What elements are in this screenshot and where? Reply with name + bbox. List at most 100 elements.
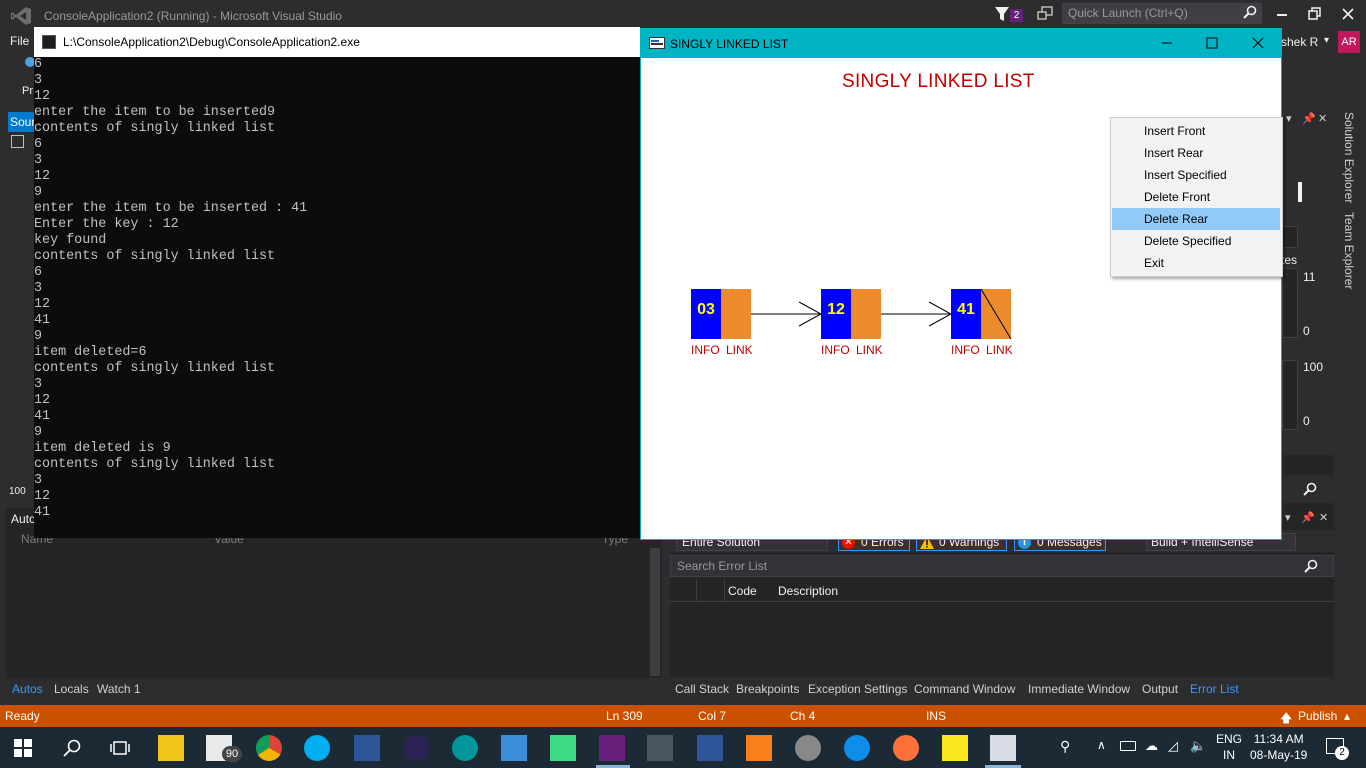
- sticky-notes-icon[interactable]: [942, 735, 968, 761]
- skype-icon[interactable]: [304, 735, 330, 761]
- menu-item-exit[interactable]: Exit: [1112, 252, 1280, 274]
- menu-item-delete-specified[interactable]: Delete Specified: [1112, 230, 1280, 252]
- cloud-icon[interactable]: ☁: [1145, 738, 1158, 754]
- tab-team-explorer[interactable]: Team Explorer: [1342, 212, 1356, 289]
- node-link-label: LINK: [856, 343, 883, 357]
- eclipse-icon[interactable]: [403, 735, 429, 761]
- panel-pin-close[interactable]: ▾ 📌 ✕: [1285, 511, 1335, 527]
- menu-item-delete-front[interactable]: Delete Front: [1112, 186, 1280, 208]
- sublime-text-icon[interactable]: [746, 735, 772, 761]
- chevron-up-icon[interactable]: ∧: [1097, 738, 1106, 752]
- column-divider: [696, 580, 697, 602]
- left-label-pr: Pr: [22, 85, 33, 97]
- notification-count-badge[interactable]: 2: [1010, 9, 1023, 22]
- task-view-icon[interactable]: [110, 739, 130, 757]
- tab-locals[interactable]: Locals: [54, 682, 89, 696]
- visual-studio-code-icon[interactable]: [354, 735, 380, 761]
- menu-item-insert-specified[interactable]: Insert Specified: [1112, 164, 1280, 186]
- console-app-icon: [42, 35, 56, 49]
- vertical-scrollbar[interactable]: [650, 548, 660, 676]
- tab-breakpoints[interactable]: Breakpoints: [736, 682, 799, 696]
- node-info-label: INFO: [951, 343, 980, 357]
- search-icon[interactable]: [63, 739, 81, 757]
- windows-start-icon[interactable]: [14, 739, 32, 757]
- column-divider: [724, 580, 725, 602]
- search-icon[interactable]: [1304, 559, 1318, 573]
- tab-autos[interactable]: Autos: [12, 682, 43, 696]
- chrome-icon[interactable]: [256, 735, 282, 761]
- tab-solution-explorer[interactable]: Solution Explorer: [1342, 112, 1356, 203]
- language-code: ENG: [1216, 732, 1243, 746]
- app-icon[interactable]: [795, 735, 821, 761]
- splitter[interactable]: [1298, 182, 1302, 202]
- menu-item-insert-front[interactable]: Insert Front: [1112, 120, 1280, 142]
- clock-date: 08-May-19: [1250, 748, 1308, 762]
- close-icon[interactable]: [1250, 35, 1266, 51]
- console-title: L:\ConsoleApplication2\Debug\ConsoleAppl…: [63, 35, 360, 49]
- quick-launch-input[interactable]: Quick Launch (Ctrl+Q): [1062, 3, 1262, 24]
- search-icon[interactable]: [1243, 5, 1257, 19]
- avatar[interactable]: AR: [1338, 31, 1360, 53]
- arduino-icon[interactable]: [452, 735, 478, 761]
- status-bar: [0, 705, 1366, 727]
- property-field[interactable]: [1282, 226, 1298, 248]
- notifications-flag-icon[interactable]: [994, 6, 1010, 22]
- source-tab[interactable]: Sour: [8, 112, 34, 132]
- taskbar: [0, 727, 1366, 768]
- virtualbox-icon[interactable]: [501, 735, 527, 761]
- minimize-icon[interactable]: [1274, 6, 1290, 22]
- zoom-level[interactable]: 100: [9, 486, 26, 497]
- chevron-up-icon[interactable]: ▴: [1344, 709, 1350, 723]
- file-explorer-icon[interactable]: [158, 735, 184, 761]
- maximize-icon[interactable]: [1204, 35, 1220, 51]
- node-link-cell: [851, 289, 881, 339]
- tab-output[interactable]: Output: [1142, 682, 1178, 696]
- panel-pin-close[interactable]: ▾ 📌 ✕: [1282, 112, 1336, 130]
- status-column: Col 7: [698, 709, 727, 723]
- visual-studio-icon[interactable]: [599, 735, 625, 761]
- firefox-icon[interactable]: [893, 735, 919, 761]
- action-center-badge: 2: [1335, 746, 1349, 760]
- restore-icon[interactable]: [1307, 6, 1323, 22]
- clock[interactable]: 11:34 AM 08-May-19: [1250, 731, 1307, 763]
- input-language[interactable]: ENG IN: [1216, 731, 1242, 763]
- status-char: Ch 4: [790, 709, 816, 723]
- tab-error-list[interactable]: Error List: [1190, 682, 1239, 696]
- search-icon[interactable]: [1303, 482, 1317, 496]
- android-studio-icon[interactable]: [550, 735, 576, 761]
- error-list-header: [670, 580, 1334, 602]
- wifi-icon[interactable]: ◿: [1168, 738, 1178, 754]
- chevron-down-icon[interactable]: ▾: [1324, 35, 1329, 46]
- menu-file[interactable]: File: [10, 34, 29, 48]
- window-title: ConsoleApplication2 (Running) - Microsof…: [44, 9, 342, 23]
- user-name[interactable]: shek R: [1281, 35, 1318, 49]
- 3d-builder-icon[interactable]: [647, 735, 673, 761]
- volume-icon[interactable]: 🔈: [1190, 738, 1206, 754]
- column-header-code[interactable]: Code: [728, 584, 757, 598]
- close-icon[interactable]: [1340, 6, 1356, 22]
- battery-icon[interactable]: [1120, 741, 1136, 751]
- tab-watch-1[interactable]: Watch 1: [97, 682, 141, 696]
- node-info-label: INFO: [691, 343, 720, 357]
- graph-min: 0: [1303, 324, 1310, 338]
- linked-list-app-icon[interactable]: [990, 735, 1016, 761]
- column-header-description[interactable]: Description: [778, 584, 838, 598]
- app-window-icon: [649, 37, 665, 49]
- menu-item-delete-rear[interactable]: Delete Rear: [1112, 208, 1280, 230]
- publish-button[interactable]: Publish: [1298, 709, 1337, 723]
- console-output: 6 3 12 enter the item to be inserted9 co…: [34, 57, 308, 520]
- feedback-icon[interactable]: [1037, 6, 1053, 22]
- minimize-icon[interactable]: [1159, 35, 1175, 51]
- toolbox-icon: [11, 135, 24, 148]
- tab-exception-settings[interactable]: Exception Settings: [808, 682, 907, 696]
- tab-command-window[interactable]: Command Window: [914, 682, 1015, 696]
- graph-box-2: [1282, 360, 1298, 430]
- menu-item-insert-rear[interactable]: Insert Rear: [1112, 142, 1280, 164]
- tab-call-stack[interactable]: Call Stack: [675, 682, 729, 696]
- people-icon[interactable]: ⚲: [1060, 738, 1070, 755]
- word-icon[interactable]: [697, 735, 723, 761]
- error-list-search-input[interactable]: Search Error List: [670, 555, 1334, 577]
- node-link-label: LINK: [986, 343, 1013, 357]
- teamviewer-icon[interactable]: [844, 735, 870, 761]
- tab-immediate-window[interactable]: Immediate Window: [1028, 682, 1130, 696]
